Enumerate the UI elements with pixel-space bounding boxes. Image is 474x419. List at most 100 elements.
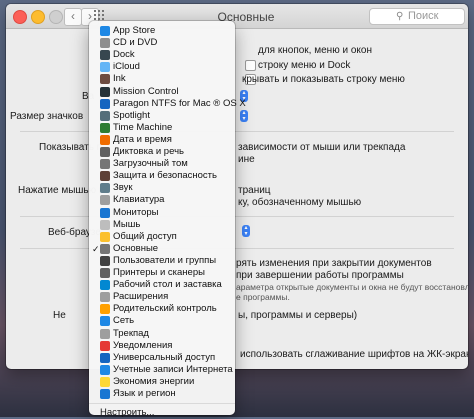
separator [20, 216, 454, 217]
minimize-window-button[interactable] [31, 10, 45, 24]
recent-items-value: ы, программы и серверы) [238, 310, 358, 321]
menu-item-sound[interactable]: Звук [89, 182, 235, 194]
menu-item-trackpad[interactable]: Трекпад [89, 328, 235, 340]
close-window-button[interactable] [13, 10, 27, 24]
menu-item-app-store[interactable]: App Store [89, 25, 235, 37]
search-field[interactable]: ⚲ Поиск [369, 8, 465, 25]
menu-item-label: Учетные записи Интернета [113, 363, 233, 375]
notifications-icon [100, 340, 110, 351]
language-region-icon [100, 389, 110, 399]
menu-item-language-region[interactable]: Язык и регион [89, 388, 235, 400]
scrollbars-auto-option[interactable]: зависимости от мыши или трекпада [238, 142, 405, 153]
extensions-icon [100, 292, 110, 303]
menu-item-label: Загрузочный том [113, 158, 188, 170]
menu-item-label: Клавиатура [113, 194, 165, 206]
menu-item-label: Универсальный доступ [113, 351, 216, 363]
zoom-window-button[interactable] [49, 10, 63, 24]
menu-item-security[interactable]: Защита и безопасность [89, 170, 235, 182]
dictation-icon [100, 147, 110, 157]
menu-item-cd-dvd[interactable]: CD и DVD [89, 37, 235, 49]
menu-item-label: Сеть [113, 315, 135, 327]
menu-item-keyboard[interactable]: Клавиатура [89, 194, 235, 206]
click-next-page-option[interactable]: траниц [238, 185, 271, 196]
menu-item-energy-saver[interactable]: Экономия энергии [89, 376, 235, 388]
keyboard-icon [100, 195, 110, 206]
menu-item-label: Язык и регион [113, 388, 176, 399]
dock-icon [100, 50, 110, 61]
menu-item-paragon-ntfs[interactable]: Paragon NTFS for Mac ® OS X [89, 98, 246, 110]
date-time-icon [100, 134, 110, 145]
recent-items-label: Не [53, 310, 66, 321]
close-windows-label[interactable]: при завершении работы программы [236, 270, 404, 281]
mouse-icon [100, 219, 110, 230]
menu-item-ink[interactable]: Ink [89, 73, 235, 85]
spotlight-icon [100, 110, 110, 121]
menu-item-sharing[interactable]: Общий доступ [89, 231, 235, 243]
dark-menu-checkbox[interactable] [245, 60, 256, 71]
menu-item-accessibility[interactable]: Универсальный доступ [89, 352, 235, 364]
menu-item-icloud[interactable]: iCloud [89, 61, 235, 73]
restore-note-line-1: араметра открытые документы и окна не бу… [236, 282, 468, 292]
desktop-icon [100, 280, 110, 291]
menu-item-notifications[interactable]: Уведомления [89, 340, 235, 352]
menu-item-label: Диктовка и речь [113, 146, 184, 157]
restore-note-line-2: е программы. [236, 292, 290, 302]
app-store-icon [100, 26, 110, 36]
menu-item-label: Звук [113, 182, 133, 194]
cd-dvd-icon [100, 38, 110, 49]
menu-item-label: Принтеры и сканеры [113, 267, 205, 278]
accessibility-icon [100, 352, 110, 363]
autohide-menu-label: крывать и показывать строку меню [242, 74, 405, 85]
menu-item-desktop[interactable]: Рабочий стол и заставка [89, 279, 235, 291]
sidebar-icon-size-popup[interactable]: ▴ ▾ [240, 110, 248, 122]
menu-item-date-time[interactable]: Дата и время [89, 134, 235, 146]
menu-item-spotlight[interactable]: Spotlight [89, 110, 235, 122]
menu-separator [89, 403, 235, 405]
scrollbars-always-option[interactable]: ине [238, 154, 255, 165]
font-smoothing-label[interactable]: использовать сглаживание шрифтов на ЖК-э… [240, 349, 468, 360]
menu-item-mission-control[interactable]: Mission Control [89, 86, 235, 98]
menu-item-extensions[interactable]: Расширения [89, 291, 235, 303]
menu-item-internet-accounts[interactable]: Учетные записи Интернета [89, 364, 235, 376]
customize-menu-item[interactable]: Настроить... [100, 407, 154, 419]
separator [20, 248, 454, 249]
menu-item-network[interactable]: Сеть [89, 315, 235, 327]
back-button[interactable]: ‹ [64, 8, 82, 26]
checkmark-icon: ✓ [92, 243, 100, 254]
system-preferences-window: ‹ › Основные ⚲ Поиск для кнопок, меню и … [6, 4, 468, 369]
parental-controls-icon [100, 304, 110, 315]
default-browser-popup[interactable]: ▴ ▾ [242, 225, 250, 237]
menu-item-users-groups[interactable]: Пользователи и группы [89, 255, 235, 267]
menu-item-label: iCloud [113, 61, 140, 73]
menu-item-mouse[interactable]: Мышь [89, 219, 235, 231]
security-icon [100, 171, 110, 182]
ink-icon [100, 74, 110, 85]
startup-disk-icon [100, 159, 110, 170]
menu-item-label: Основные [113, 242, 159, 254]
network-icon [100, 316, 110, 327]
menu-item-label: Ink [113, 73, 126, 85]
time-machine-icon [100, 122, 110, 133]
menu-item-startup-disk[interactable]: Загрузочный том [89, 158, 235, 170]
menu-item-general[interactable]: ✓ Основные [89, 243, 235, 255]
mission-control-icon [100, 86, 110, 97]
menu-item-label: Экономия энергии [113, 375, 195, 387]
search-icon: ⚲ [396, 11, 404, 22]
dark-menu-label: строку меню и Dock [258, 60, 351, 71]
displays-icon [100, 207, 110, 218]
menu-item-time-machine[interactable]: Time Machine [89, 122, 235, 134]
click-spot-option[interactable]: ку, обозначенному мышью [238, 197, 361, 208]
menu-item-dictation[interactable]: Диктовка и речь [89, 146, 235, 158]
users-groups-icon [100, 255, 110, 266]
internet-accounts-icon [100, 364, 110, 375]
menu-item-dock[interactable]: Dock [89, 49, 235, 61]
paragon-ntfs-icon [100, 98, 110, 109]
ask-save-label[interactable]: рять изменения при закрытии документов [236, 258, 432, 269]
appearance-hint: для кнопок, меню и окон [258, 45, 372, 56]
menu-item-printers[interactable]: Принтеры и сканеры [89, 267, 235, 279]
menu-item-parental-controls[interactable]: Родительский контроль [89, 303, 235, 315]
separator [20, 131, 454, 132]
general-icon [100, 243, 110, 254]
menu-item-displays[interactable]: Мониторы [89, 207, 235, 219]
menu-item-label: Dock [113, 49, 135, 61]
